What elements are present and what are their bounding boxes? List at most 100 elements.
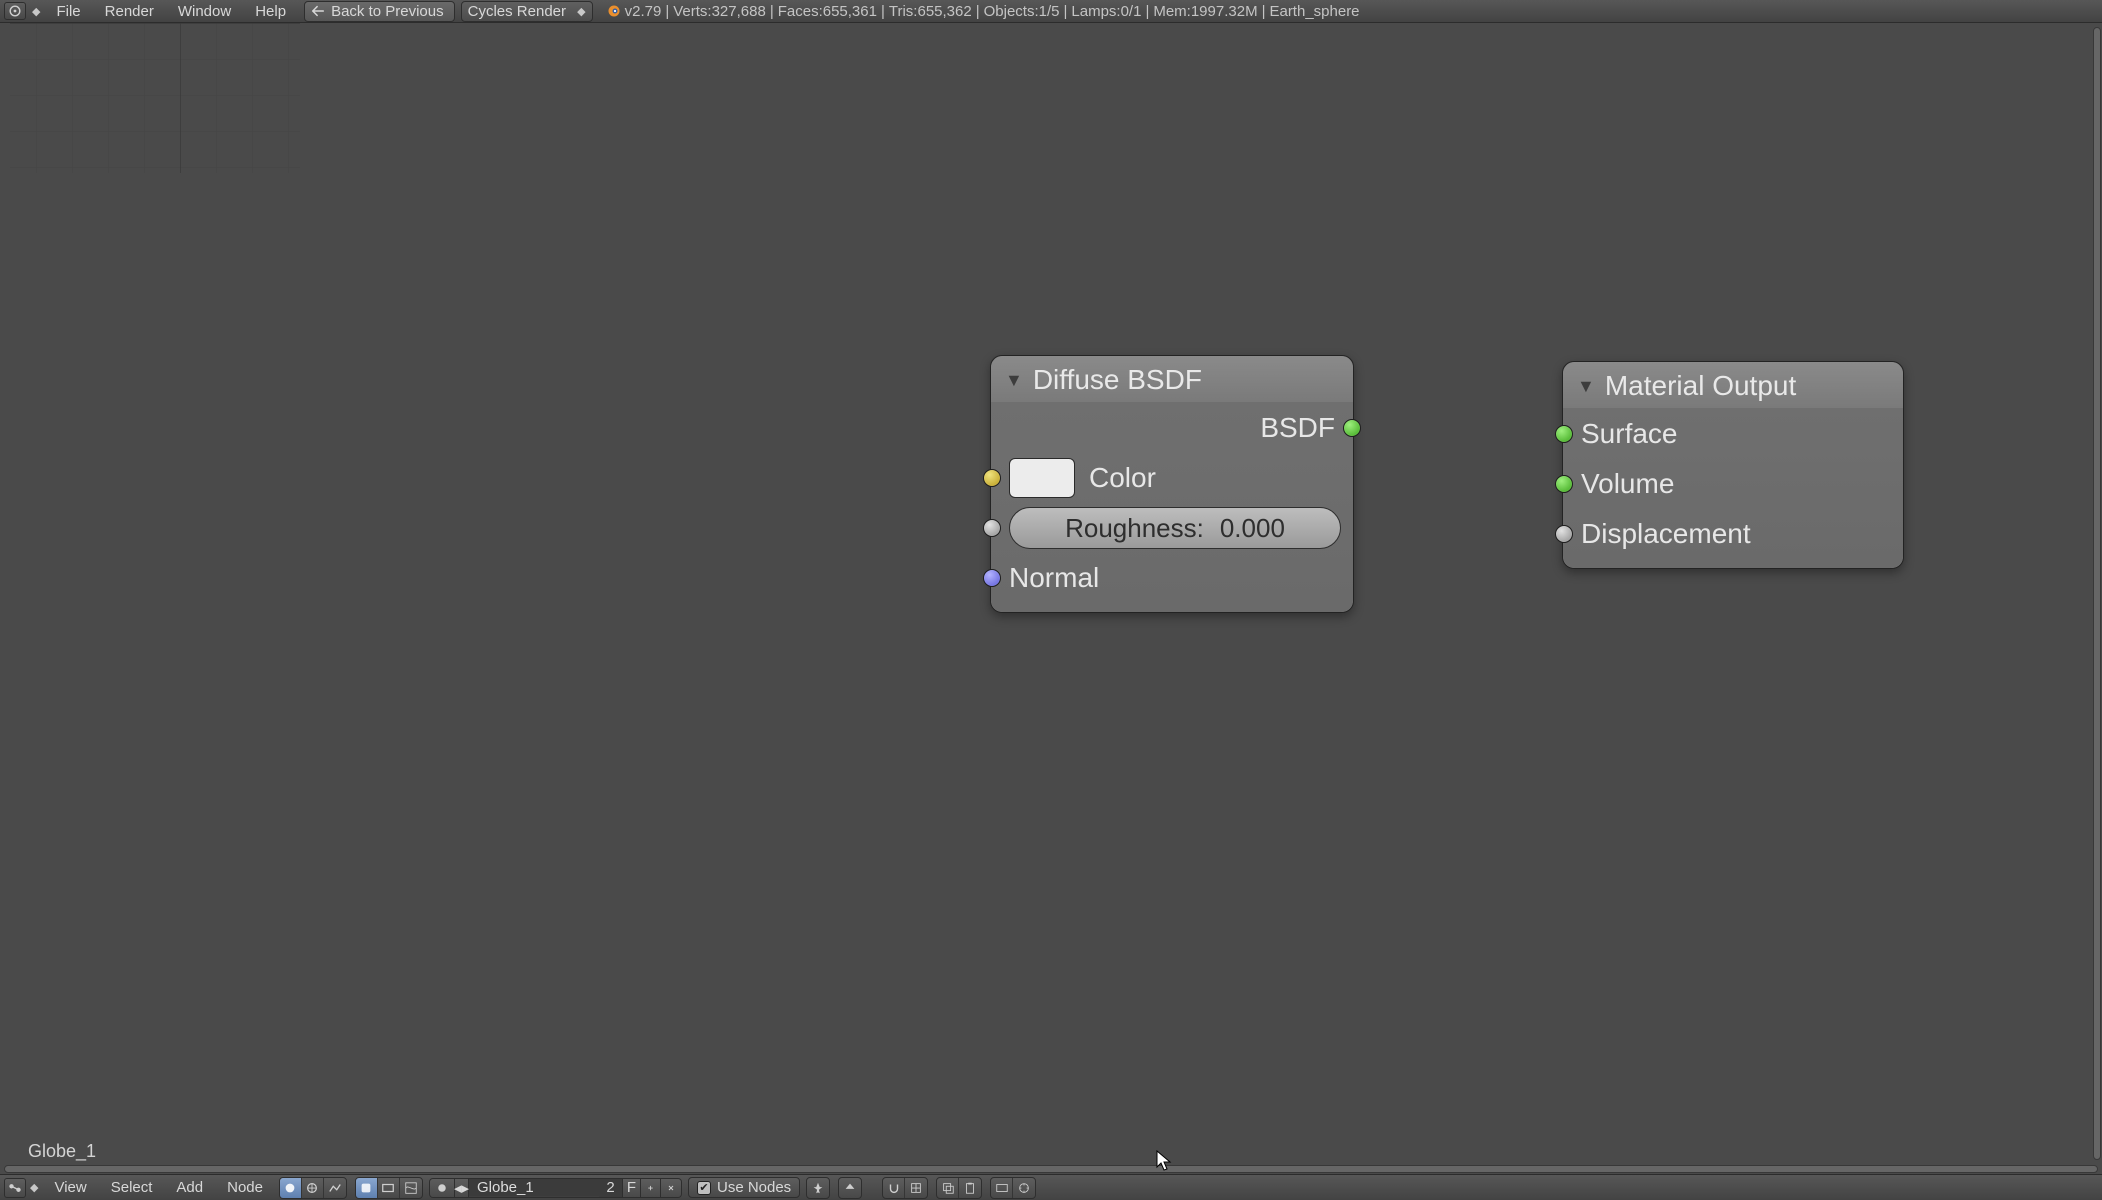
backdrop-toggle-button[interactable] — [991, 1178, 1013, 1198]
input-normal-socket[interactable] — [983, 569, 1001, 587]
node-title-label: Material Output — [1605, 370, 1796, 402]
output-bsdf-label: BSDF — [1260, 412, 1335, 444]
input-color-socket[interactable] — [983, 469, 1001, 487]
input-color-row: Color — [1003, 456, 1341, 500]
autorender-group — [990, 1177, 1036, 1199]
material-new-button[interactable] — [641, 1178, 661, 1198]
input-surface-label: Surface — [1581, 418, 1678, 450]
tree-shader-button[interactable] — [356, 1178, 378, 1198]
input-roughness-row: Roughness: 0.000 — [1003, 506, 1341, 550]
copy-paste-group — [936, 1177, 982, 1199]
node-title-label: Diffuse BSDF — [1033, 364, 1202, 396]
input-surface-socket[interactable] — [1555, 425, 1573, 443]
blender-logo-icon — [605, 3, 621, 19]
collapse-triangle-icon[interactable]: ▼ — [1005, 370, 1023, 391]
node-editor-canvas[interactable]: ▸ ▼ Diffuse BSDF BSDF — [0, 23, 2102, 1174]
output-bsdf-row: BSDF — [1003, 406, 1341, 450]
node-body: BSDF Color Roughness: 0.000 Normal — [991, 402, 1353, 612]
menu-help[interactable]: Help — [243, 3, 298, 20]
roughness-field[interactable]: Roughness: 0.000 — [1009, 507, 1341, 549]
roughness-value: 0.000 — [1220, 513, 1285, 544]
material-unlink-button[interactable] — [661, 1178, 681, 1198]
node-diffuse-bsdf[interactable]: ▼ Diffuse BSDF BSDF Color Roughness: 0.0… — [990, 355, 1354, 613]
input-volume-label: Volume — [1581, 468, 1674, 500]
stat-mem: Mem:1997.32M — [1153, 3, 1257, 20]
snap-toggle-button[interactable] — [883, 1178, 905, 1198]
roughness-label: Roughness: — [1065, 513, 1204, 544]
input-color-label: Color — [1089, 462, 1156, 494]
grid-background — [0, 23, 300, 173]
paste-nodes-button[interactable] — [959, 1178, 981, 1198]
goto-parent-button[interactable] — [839, 1178, 861, 1198]
menu-add[interactable]: Add — [164, 1179, 215, 1196]
canvas-vscroll[interactable] — [2093, 27, 2101, 1160]
node-editor-header-bar: ◆ View Select Add Node ◂▸ Globe_1 2 F — [0, 1174, 2102, 1200]
pin-button[interactable] — [807, 1178, 829, 1198]
input-volume-socket[interactable] — [1555, 475, 1573, 493]
input-normal-row: Normal — [1003, 556, 1341, 600]
input-displacement-label: Displacement — [1581, 518, 1751, 550]
use-nodes-label: Use Nodes — [717, 1179, 791, 1196]
copy-nodes-button[interactable] — [937, 1178, 959, 1198]
shader-object-button[interactable] — [280, 1178, 302, 1198]
node-header-diffuse[interactable]: ▼ Diffuse BSDF — [991, 356, 1353, 402]
canvas-material-name: Globe_1 — [28, 1141, 96, 1162]
menu-select[interactable]: Select — [99, 1179, 165, 1196]
collapse-triangle-icon[interactable]: ▼ — [1577, 376, 1595, 397]
menu-node[interactable]: Node — [215, 1179, 275, 1196]
stat-lamps: Lamps:0/1 — [1071, 3, 1141, 20]
editor-type-icon[interactable] — [4, 2, 26, 20]
input-displacement-row: Displacement — [1575, 512, 1891, 556]
back-label: Back to Previous — [331, 3, 444, 20]
input-roughness-socket[interactable] — [983, 519, 1001, 537]
stat-verts: Verts:327,688 — [673, 3, 766, 20]
scene-stats: v2.79 | Verts:327,688 | Faces:655,361 | … — [601, 3, 1360, 20]
shader-world-button[interactable] — [302, 1178, 324, 1198]
menu-render[interactable]: Render — [93, 3, 166, 20]
material-browse-chevron-icon[interactable]: ◂▸ — [455, 1178, 469, 1198]
material-name-field[interactable]: Globe_1 — [469, 1179, 599, 1196]
input-normal-label: Normal — [1009, 562, 1099, 594]
menu-window[interactable]: Window — [166, 3, 243, 20]
menu-file[interactable]: File — [44, 3, 92, 20]
canvas-hscroll[interactable] — [4, 1165, 2098, 1173]
editor-type-chevron-icon[interactable]: ◆ — [28, 5, 44, 18]
output-bsdf-socket[interactable] — [1343, 419, 1361, 437]
material-fake-user-button[interactable]: F — [623, 1178, 641, 1198]
shader-type-group — [279, 1177, 347, 1199]
engine-chevron-icon: ◆ — [577, 5, 585, 18]
goto-parent-group — [838, 1177, 862, 1199]
back-arrow-icon — [311, 4, 325, 18]
auto-render-button[interactable] — [1013, 1178, 1035, 1198]
material-browse-button[interactable] — [430, 1178, 455, 1198]
pin-button-group — [806, 1177, 830, 1199]
input-displacement-socket[interactable] — [1555, 525, 1573, 543]
stat-faces: Faces:655,361 — [778, 3, 877, 20]
stat-tris: Tris:655,362 — [889, 3, 972, 20]
material-user-count[interactable]: 2 — [599, 1178, 623, 1198]
tree-compositing-button[interactable] — [378, 1178, 400, 1198]
stat-scene-name: Earth_sphere — [1269, 3, 1359, 20]
node-body: Surface Volume Displacement — [1563, 408, 1903, 568]
color-swatch[interactable] — [1009, 458, 1075, 498]
node-header-material-output[interactable]: ▼ Material Output — [1563, 362, 1903, 408]
use-nodes-toggle[interactable]: ✔ Use Nodes — [688, 1177, 800, 1198]
snap-type-button[interactable] — [905, 1178, 927, 1198]
engine-label: Cycles Render — [468, 3, 566, 20]
info-header-bar: ◆ File Render Window Help Back to Previo… — [0, 0, 2102, 23]
node-material-output[interactable]: ▼ Material Output Surface Volume Displac… — [1562, 361, 1904, 569]
render-engine-selector[interactable]: Cycles Render ◆ — [461, 1, 593, 22]
use-nodes-check-icon: ✔ — [697, 1181, 711, 1195]
editor-type-selector[interactable] — [4, 1178, 26, 1198]
editor-type-chevron-icon[interactable]: ◆ — [26, 1181, 42, 1194]
menu-view[interactable]: View — [42, 1179, 98, 1196]
stat-version: v2.79 — [625, 3, 662, 20]
snap-group — [882, 1177, 928, 1199]
tree-type-group — [355, 1177, 423, 1199]
input-volume-row: Volume — [1575, 462, 1891, 506]
shader-linestyle-button[interactable] — [324, 1178, 346, 1198]
input-surface-row: Surface — [1575, 412, 1891, 456]
material-datablock: ◂▸ Globe_1 2 F — [429, 1178, 682, 1198]
back-to-previous-button[interactable]: Back to Previous — [304, 1, 455, 22]
tree-texture-button[interactable] — [400, 1178, 422, 1198]
